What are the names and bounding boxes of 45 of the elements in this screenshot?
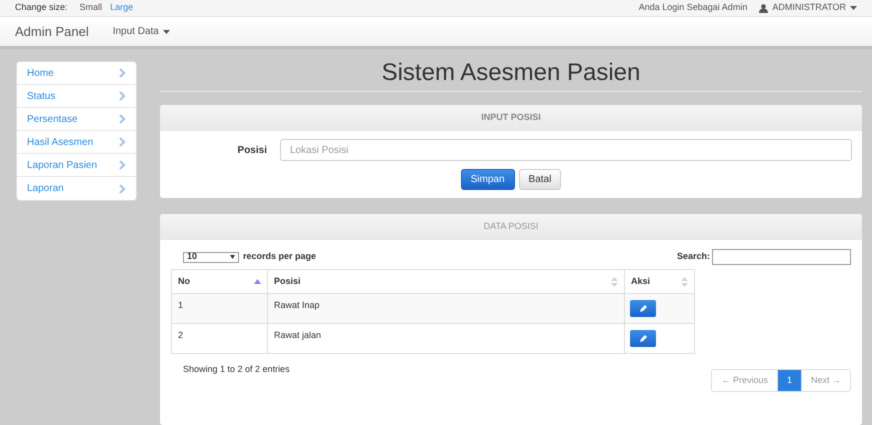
brand[interactable]: Admin Panel bbox=[15, 22, 89, 42]
sidebar-item[interactable]: Persentase bbox=[17, 108, 136, 131]
user-menu[interactable]: ADMINISTRATOR bbox=[759, 1, 857, 15]
edit-button[interactable] bbox=[630, 300, 656, 317]
table-cell: 2 bbox=[172, 324, 268, 354]
column-header[interactable]: Aksi bbox=[624, 270, 694, 294]
entries-info: Showing 1 to 2 of 2 entries bbox=[183, 363, 290, 376]
sidebar-item[interactable]: Home bbox=[17, 62, 136, 85]
save-button[interactable]: Simpan bbox=[460, 169, 515, 190]
nav-menu[interactable]: Input Data bbox=[112, 24, 170, 39]
pencil-icon bbox=[639, 304, 647, 312]
user-icon bbox=[759, 4, 768, 12]
chevron-right-icon bbox=[119, 184, 126, 194]
input-field[interactable]: Lokasi Posisi bbox=[280, 139, 852, 161]
pencil-icon bbox=[639, 334, 647, 342]
chevron-right-icon bbox=[119, 68, 126, 78]
chevron-right-icon bbox=[119, 137, 126, 147]
sidebar-item[interactable]: Hasil Asesmen bbox=[17, 131, 136, 154]
table-cell: Rawat jalan bbox=[268, 324, 624, 354]
column-header[interactable]: No bbox=[172, 270, 268, 294]
size-link[interactable]: Large bbox=[110, 1, 134, 15]
caret-icon bbox=[162, 30, 170, 34]
page-size-select[interactable]: 10 bbox=[183, 252, 239, 262]
search-label: Search: bbox=[676, 250, 710, 264]
panel-heading: INPUT POSISI bbox=[160, 105, 862, 131]
edit-button[interactable] bbox=[630, 330, 656, 347]
page-title: Sistem Asesmen Pasien bbox=[380, 58, 642, 88]
sidebar-item[interactable]: Laporan Pasien bbox=[17, 154, 136, 177]
panel-heading: DATA POSISI bbox=[160, 214, 862, 240]
caret-icon bbox=[230, 255, 235, 259]
sidebar-item[interactable]: Laporan bbox=[17, 177, 136, 200]
size-label: Change size: bbox=[15, 1, 68, 14]
caret-icon bbox=[850, 6, 857, 10]
search-field[interactable] bbox=[712, 249, 851, 265]
pagination-button[interactable]: 1 bbox=[776, 370, 801, 391]
login-text: Anda Login Sebagai Admin bbox=[638, 1, 748, 14]
cancel-button[interactable]: Batal bbox=[518, 169, 562, 190]
chevron-right-icon bbox=[119, 114, 126, 124]
sidebar-item[interactable]: Status bbox=[17, 85, 136, 108]
chevron-right-icon bbox=[119, 160, 126, 170]
page-size-label: records per page bbox=[243, 250, 316, 264]
chevron-right-icon bbox=[119, 91, 126, 101]
field-label: Posisi bbox=[236, 144, 268, 158]
column-header[interactable]: Posisi bbox=[268, 270, 624, 294]
size-link[interactable]: Small bbox=[80, 1, 102, 15]
